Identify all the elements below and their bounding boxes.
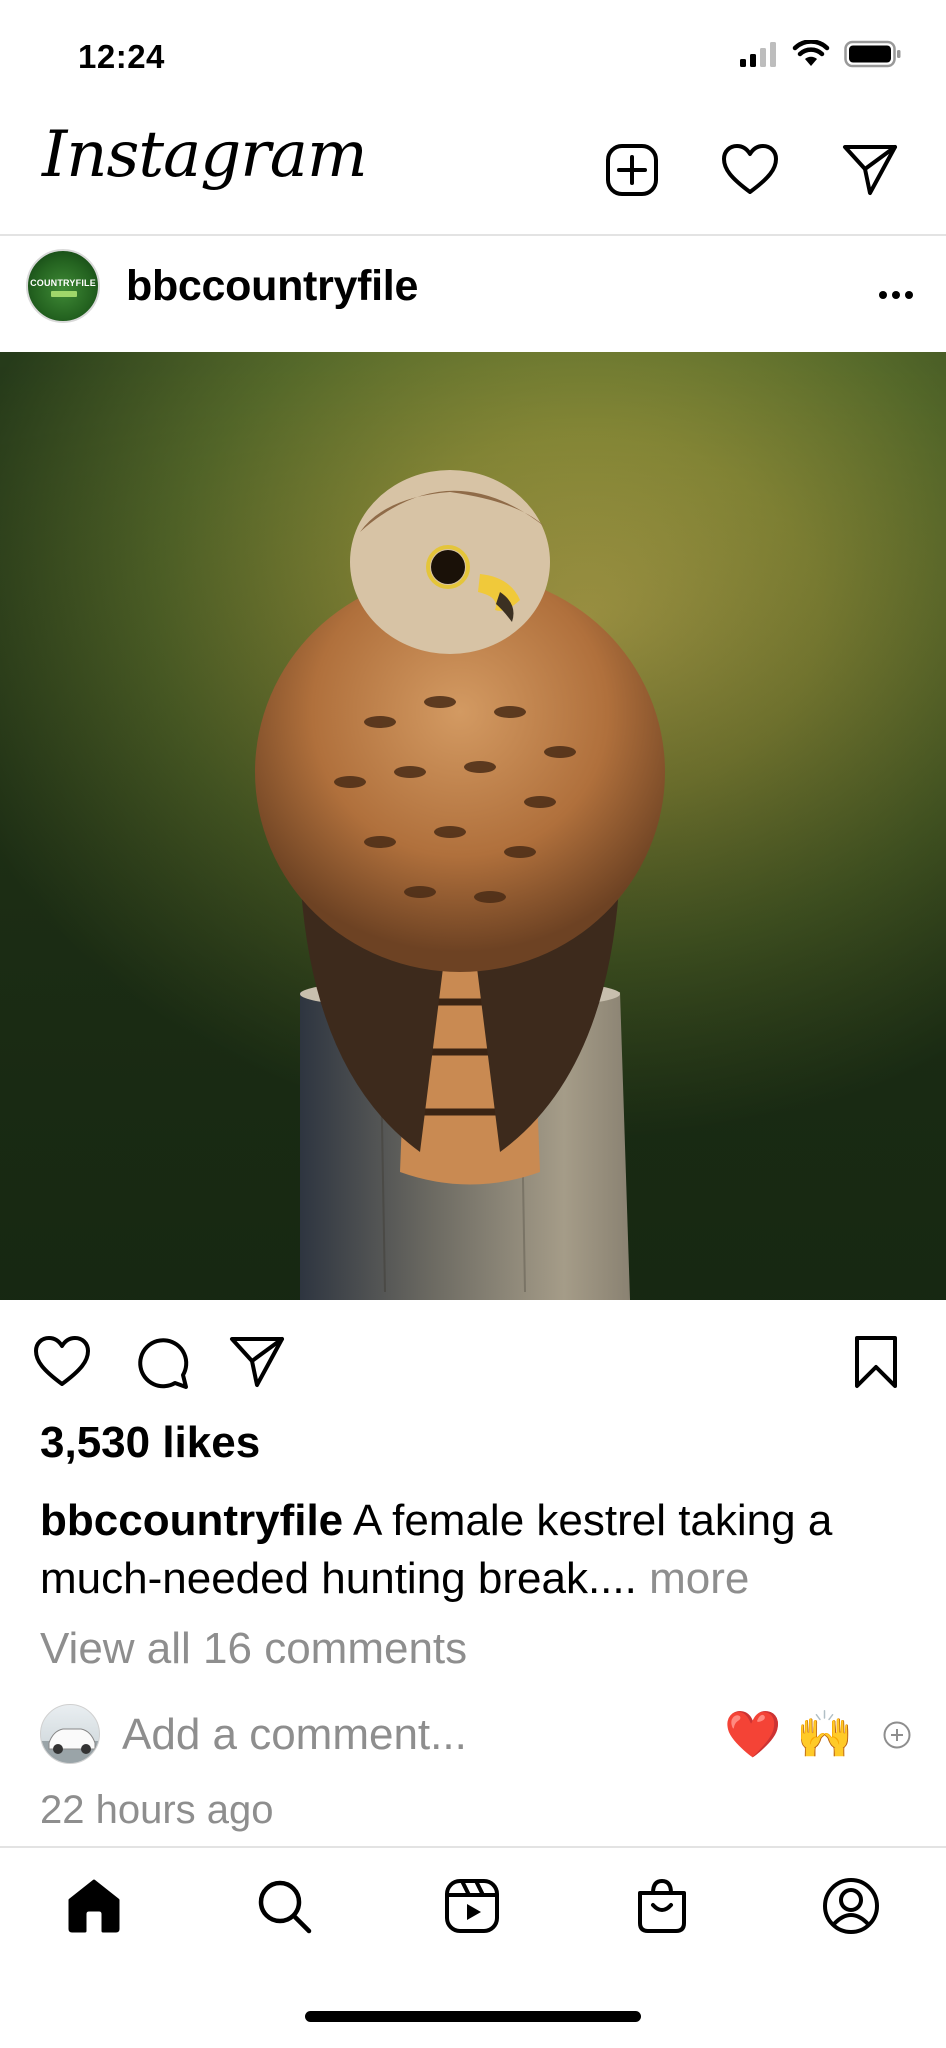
status-icons: [738, 40, 902, 68]
activity-heart-icon: [722, 144, 778, 194]
profile-icon: [823, 1878, 879, 1934]
more-options-button[interactable]: [878, 270, 914, 309]
add-comment-input[interactable]: Add a comment...: [122, 1710, 467, 1760]
search-icon: [258, 1880, 312, 1934]
direct-message-icon: [843, 145, 897, 195]
post-avatar[interactable]: COUNTRYFILE: [26, 249, 100, 323]
comment-button[interactable]: [130, 1330, 194, 1394]
like-button[interactable]: [30, 1330, 94, 1394]
like-icon: [34, 1336, 90, 1386]
activity-button[interactable]: [720, 140, 780, 200]
view-all-comments-link[interactable]: View all 16 comments: [40, 1624, 467, 1674]
save-icon: [855, 1336, 897, 1388]
more-dots-icon: [879, 291, 913, 299]
home-indicator: [305, 2011, 641, 2022]
kestrel-photo: [0, 352, 946, 1300]
caption-username[interactable]: bbccountryfile: [40, 1496, 343, 1545]
signal-icon: [740, 42, 776, 67]
post-image[interactable]: [0, 352, 946, 1300]
caption-more-link[interactable]: more: [637, 1554, 749, 1603]
wifi-icon: [792, 40, 830, 66]
tab-search[interactable]: [248, 1870, 320, 1942]
avatar-logo-text: COUNTRYFILE: [30, 278, 96, 288]
shop-icon: [638, 1878, 686, 1933]
tab-shop[interactable]: [626, 1870, 698, 1942]
current-user-avatar: [40, 1704, 100, 1764]
post-username[interactable]: bbccountryfile: [126, 262, 418, 311]
tab-profile[interactable]: [815, 1870, 887, 1942]
header-divider: [0, 234, 946, 236]
tabbar-divider: [0, 1846, 946, 1848]
car-avatar-image: [41, 1728, 99, 1763]
tab-home[interactable]: [58, 1870, 130, 1942]
avatar-logo-bar: [51, 291, 77, 297]
reels-icon: [445, 1879, 499, 1933]
battery-icon: [844, 40, 901, 68]
more-emojis-button[interactable]: [882, 1720, 912, 1750]
comment-icon: [138, 1338, 189, 1389]
tab-reels[interactable]: [436, 1870, 508, 1942]
save-button[interactable]: [844, 1330, 908, 1394]
instagram-logo[interactable]: Instagram: [42, 118, 368, 192]
new-post-button[interactable]: [602, 140, 662, 200]
post-caption: bbccountryfile A female kestrel taking a…: [40, 1492, 910, 1608]
share-icon: [230, 1337, 284, 1387]
quick-heart-emoji[interactable]: ❤️: [724, 1707, 781, 1762]
home-icon: [68, 1879, 120, 1933]
share-button[interactable]: [225, 1330, 289, 1394]
quick-raised-hands-emoji[interactable]: 🙌: [796, 1707, 853, 1762]
plus-circle-icon: [883, 1721, 911, 1749]
status-time: 12:24: [78, 38, 165, 75]
post-timestamp: 22 hours ago: [40, 1788, 274, 1832]
likes-count[interactable]: 3,530 likes: [40, 1418, 260, 1468]
new-post-icon: [606, 144, 658, 196]
direct-messages-button[interactable]: [840, 140, 900, 200]
